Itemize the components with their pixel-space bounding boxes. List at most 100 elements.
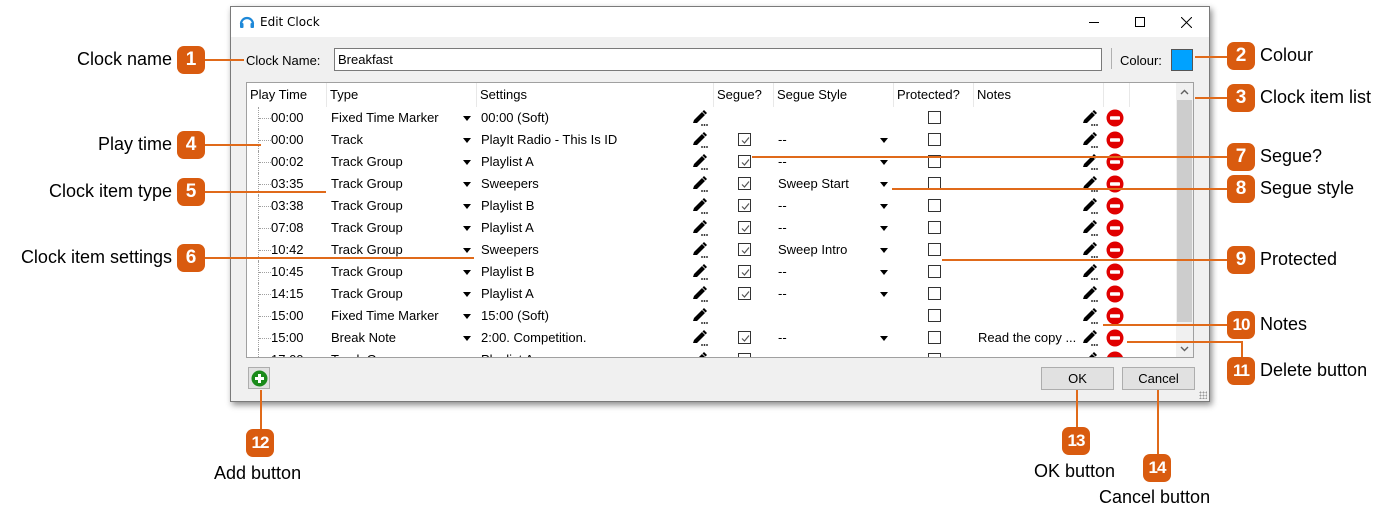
dropdown-arrow-icon[interactable] (463, 182, 471, 187)
segue-checkbox[interactable] (738, 221, 751, 234)
dropdown-arrow-icon[interactable] (880, 226, 888, 231)
table-row[interactable]: 03:35 Track Group Sweepers Sweep Start (247, 173, 1177, 195)
edit-notes-pencil-icon[interactable] (1081, 263, 1099, 281)
dropdown-arrow-icon[interactable] (880, 204, 888, 209)
segue-checkbox[interactable] (738, 265, 751, 278)
edit-notes-pencil-icon[interactable] (1081, 197, 1099, 215)
type-cell[interactable]: Track Group (331, 283, 461, 305)
segue-style-cell[interactable]: -- (778, 195, 878, 217)
edit-settings-pencil-icon[interactable] (691, 197, 709, 215)
edit-notes-pencil-icon[interactable] (1081, 307, 1099, 325)
dropdown-arrow-icon[interactable] (463, 138, 471, 143)
dropdown-arrow-icon[interactable] (880, 182, 888, 187)
type-cell[interactable]: Track Group (331, 261, 461, 283)
edit-notes-pencil-icon[interactable] (1081, 351, 1099, 357)
segue-checkbox[interactable] (738, 331, 751, 344)
protected-checkbox[interactable] (928, 243, 941, 256)
table-row[interactable]: 03:38 Track Group Playlist B -- (247, 195, 1177, 217)
protected-checkbox[interactable] (928, 353, 941, 357)
segue-style-cell[interactable]: Sweep Start (778, 173, 878, 195)
type-cell[interactable]: Fixed Time Marker (331, 107, 461, 129)
table-row[interactable]: 00:00 Track PlayIt Radio - This Is ID -- (247, 129, 1177, 151)
edit-notes-pencil-icon[interactable] (1081, 175, 1099, 193)
vertical-scrollbar[interactable] (1176, 83, 1193, 357)
delete-icon[interactable] (1106, 329, 1124, 347)
table-row[interactable]: 10:45 Track Group Playlist B -- (247, 261, 1177, 283)
dropdown-arrow-icon[interactable] (880, 160, 888, 165)
delete-icon[interactable] (1106, 307, 1124, 325)
minimize-button[interactable] (1071, 7, 1117, 37)
segue-style-cell[interactable]: -- (778, 283, 878, 305)
ok-button[interactable]: OK (1041, 367, 1114, 390)
edit-notes-pencil-icon[interactable] (1081, 241, 1099, 259)
cancel-button[interactable]: Cancel (1122, 367, 1195, 390)
edit-settings-pencil-icon[interactable] (691, 307, 709, 325)
edit-settings-pencil-icon[interactable] (691, 329, 709, 347)
protected-checkbox[interactable] (928, 199, 941, 212)
type-cell[interactable]: Track (331, 129, 461, 151)
column-header-segue-style[interactable]: Segue Style (774, 83, 894, 107)
maximize-button[interactable] (1117, 7, 1163, 37)
type-cell[interactable]: Track Group (331, 151, 461, 173)
edit-settings-pencil-icon[interactable] (691, 131, 709, 149)
dropdown-arrow-icon[interactable] (463, 336, 471, 341)
edit-settings-pencil-icon[interactable] (691, 109, 709, 127)
edit-settings-pencil-icon[interactable] (691, 175, 709, 193)
table-row[interactable]: 15:00 Break Note 2:00. Competition. -- Read … (247, 327, 1177, 349)
delete-icon[interactable] (1106, 263, 1124, 281)
edit-settings-pencil-icon[interactable] (691, 263, 709, 281)
delete-icon[interactable] (1106, 197, 1124, 215)
edit-settings-pencil-icon[interactable] (691, 241, 709, 259)
segue-checkbox[interactable] (738, 133, 751, 146)
edit-notes-pencil-icon[interactable] (1081, 131, 1099, 149)
table-row[interactable]: 14:15 Track Group Playlist A -- (247, 283, 1177, 305)
column-header-notes[interactable]: Notes (974, 83, 1104, 107)
dropdown-arrow-icon[interactable] (463, 292, 471, 297)
protected-checkbox[interactable] (928, 309, 941, 322)
add-item-button[interactable] (248, 367, 270, 389)
dropdown-arrow-icon[interactable] (463, 270, 471, 275)
type-cell[interactable]: Track Group (331, 349, 461, 357)
edit-notes-pencil-icon[interactable] (1081, 329, 1099, 347)
protected-checkbox[interactable] (928, 133, 941, 146)
edit-notes-pencil-icon[interactable] (1081, 285, 1099, 303)
segue-style-cell[interactable]: -- (778, 217, 878, 239)
scroll-up-button[interactable] (1176, 83, 1193, 100)
segue-style-cell[interactable]: -- (778, 129, 878, 151)
edit-settings-pencil-icon[interactable] (691, 285, 709, 303)
delete-icon[interactable] (1106, 285, 1124, 303)
edit-notes-pencil-icon[interactable] (1081, 219, 1099, 237)
column-header-protected[interactable]: Protected? (894, 83, 974, 107)
edit-settings-pencil-icon[interactable] (691, 219, 709, 237)
segue-checkbox[interactable] (738, 243, 751, 256)
delete-icon[interactable] (1106, 109, 1124, 127)
type-cell[interactable]: Break Note (331, 327, 461, 349)
scroll-thumb[interactable] (1177, 100, 1192, 322)
protected-checkbox[interactable] (928, 287, 941, 300)
segue-style-cell[interactable]: -- (778, 261, 878, 283)
dropdown-arrow-icon[interactable] (880, 138, 888, 143)
table-row[interactable]: 00:00 Fixed Time Marker 00:00 (Soft) (247, 107, 1177, 129)
dropdown-arrow-icon[interactable] (880, 292, 888, 297)
table-row[interactable]: 07:08 Track Group Playlist A -- (247, 217, 1177, 239)
column-header-segue[interactable]: Segue? (714, 83, 774, 107)
type-cell[interactable]: Fixed Time Marker (331, 305, 461, 327)
protected-checkbox[interactable] (928, 111, 941, 124)
title-bar[interactable]: Edit Clock (231, 7, 1209, 37)
type-cell[interactable]: Track Group (331, 173, 461, 195)
scroll-down-button[interactable] (1176, 340, 1193, 357)
dropdown-arrow-icon[interactable] (880, 248, 888, 253)
dropdown-arrow-icon[interactable] (463, 226, 471, 231)
colour-picker-button[interactable] (1171, 49, 1193, 71)
delete-icon[interactable] (1106, 219, 1124, 237)
segue-checkbox[interactable] (738, 199, 751, 212)
dropdown-arrow-icon[interactable] (880, 336, 888, 341)
delete-icon[interactable] (1106, 241, 1124, 259)
segue-checkbox[interactable] (738, 155, 751, 168)
column-header-play-time[interactable]: Play Time (247, 83, 327, 107)
edit-settings-pencil-icon[interactable] (691, 153, 709, 171)
column-header-type[interactable]: Type (327, 83, 477, 107)
segue-checkbox[interactable] (738, 177, 751, 190)
table-row[interactable]: 17:00 Track Group Playlist A (247, 349, 1177, 357)
edit-notes-pencil-icon[interactable] (1081, 109, 1099, 127)
